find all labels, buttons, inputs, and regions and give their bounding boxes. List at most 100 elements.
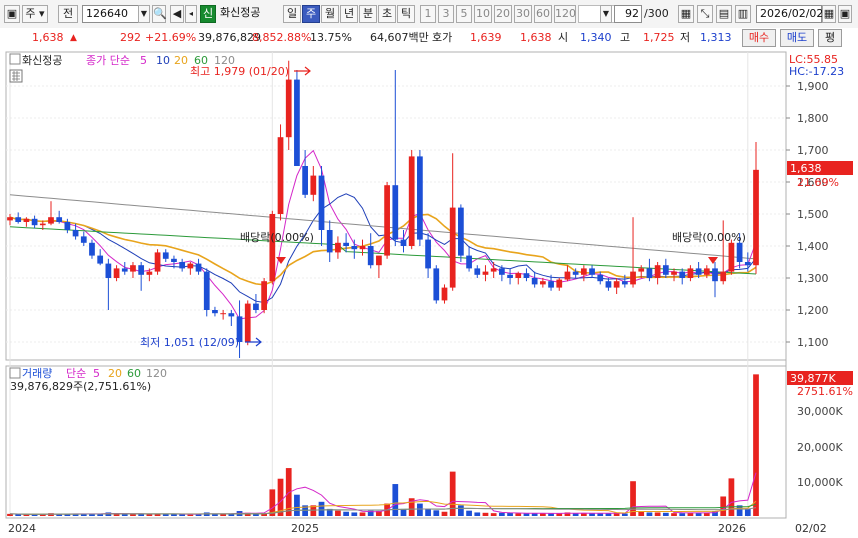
candle-body — [654, 265, 661, 278]
eval-button[interactable]: 평 — [818, 29, 842, 47]
candle-body — [179, 262, 186, 269]
market-select[interactable]: 주 ▾ — [22, 5, 48, 23]
tab-minute[interactable]: 분 — [359, 5, 377, 23]
volume-panel-menu-icon[interactable] — [9, 367, 21, 379]
close-icon[interactable]: ▣ — [838, 5, 852, 23]
indicator-icon[interactable]: ▦ — [678, 5, 694, 23]
candle-body — [498, 268, 505, 275]
volume-bar — [220, 514, 227, 516]
interval-1[interactable]: 1 — [420, 5, 436, 23]
date-input[interactable]: 2026/02/02 — [756, 5, 823, 23]
low-price: 1,313 — [700, 31, 732, 44]
candle-body — [671, 271, 677, 275]
volume-bar — [121, 514, 128, 516]
draw-tool-icon[interactable]: ⤡ — [697, 5, 713, 23]
prev-stock-icon[interactable]: ◂ — [185, 5, 197, 23]
dividend-label-2: 배당락(0.00%) — [672, 231, 746, 244]
candle-body — [556, 279, 563, 288]
volume-bar — [351, 512, 358, 516]
code-dropdown-icon[interactable]: ▼ — [138, 5, 150, 23]
chart-window: { "toolbar":{ "market":"주","prev":"전","c… — [0, 0, 858, 538]
volume-ma120: 120 — [146, 367, 167, 380]
candle-body — [712, 268, 718, 282]
dividend-label-1: 배당락(0.00%) — [240, 231, 314, 244]
tab-week[interactable]: 주 — [302, 5, 320, 23]
x-label-2024: 2024 — [8, 522, 36, 535]
interval-custom-input[interactable] — [578, 5, 618, 23]
interval-5[interactable]: 5 — [456, 5, 472, 23]
volume-bar — [638, 511, 645, 516]
candle-body — [228, 313, 235, 317]
volume-bar — [646, 512, 653, 516]
y-tick-label: 1,500 — [797, 208, 829, 221]
interval-dropdown-icon[interactable]: ▼ — [600, 5, 612, 23]
volume-bar — [523, 513, 530, 516]
interval-120[interactable]: 120 — [554, 5, 576, 23]
candle-body — [441, 287, 448, 301]
interval-20[interactable]: 20 — [494, 5, 512, 23]
panel-menu-icon[interactable] — [9, 53, 21, 65]
candle-body — [515, 273, 522, 278]
candle-body — [285, 79, 292, 138]
volume-bar — [359, 512, 366, 516]
chart-menu-icon[interactable]: ▣ — [4, 5, 20, 23]
volume-bar — [621, 513, 628, 516]
low-label: 저 — [680, 31, 691, 44]
volume-tag-pct: 2751.61% — [797, 385, 853, 398]
candle-body — [244, 303, 251, 342]
volume-ma20: 20 — [108, 367, 122, 380]
candle-body — [97, 255, 104, 264]
vol-tick-30000k: 30,000K — [797, 405, 843, 418]
print-icon[interactable]: ▥ — [735, 5, 751, 23]
candle-body — [630, 271, 636, 285]
candle-body — [105, 263, 112, 278]
candle-body — [351, 246, 358, 250]
tab-second[interactable]: 초 — [378, 5, 396, 23]
tab-tick[interactable]: 틱 — [397, 5, 415, 23]
buy-button[interactable]: 매수 — [742, 29, 776, 47]
save-icon[interactable]: ▤ — [716, 5, 732, 23]
candle-body — [474, 268, 481, 275]
candle-body — [56, 217, 63, 222]
candle-body — [277, 137, 284, 214]
count-total: /300 — [644, 7, 669, 20]
volume-bar — [417, 503, 423, 516]
candle-body — [203, 271, 210, 310]
candle-body — [48, 217, 54, 224]
change-pct: +21.69% — [145, 31, 197, 44]
candle-body — [482, 271, 489, 275]
tab-day[interactable]: 일 — [283, 5, 301, 23]
tab-month[interactable]: 월 — [321, 5, 339, 23]
volume-bar — [130, 514, 136, 516]
stock-code-input[interactable]: 126640 — [82, 5, 140, 23]
prev-button[interactable]: 전 — [58, 5, 78, 23]
market-label: 주 — [25, 7, 36, 20]
candle-body — [458, 207, 464, 256]
volume-bar — [441, 511, 448, 516]
candle-body — [507, 274, 513, 278]
interval-10[interactable]: 10 — [474, 5, 492, 23]
search-icon[interactable]: 🔍 — [152, 5, 167, 23]
y-tick-label: 1,200 — [797, 304, 829, 317]
sell-button[interactable]: 매도 — [780, 29, 814, 47]
candle-body — [589, 268, 595, 275]
candle-body — [523, 273, 530, 278]
volume-current: 39,876,829주(2,751.61%) — [10, 380, 151, 393]
candle-body — [80, 236, 87, 243]
calendar-icon[interactable]: ▦ — [822, 5, 836, 23]
interval-30[interactable]: 30 — [514, 5, 532, 23]
min-price-label: 최저 1,051 (12/09) — [140, 336, 239, 349]
volume-bar — [515, 513, 522, 516]
tab-year[interactable]: 년 — [340, 5, 358, 23]
candle-body — [662, 265, 669, 275]
volume-pct: 8,852.88% — [252, 31, 312, 44]
count-input[interactable]: 92 — [614, 5, 642, 23]
interval-3[interactable]: 3 — [438, 5, 454, 23]
candle-body — [39, 223, 46, 226]
vol-tick-10000k: 10,000K — [797, 476, 843, 489]
y-tick-label: 1,800 — [797, 112, 829, 125]
speaker-icon[interactable]: ◀ — [170, 5, 184, 23]
credit-badge: 신 — [200, 5, 216, 23]
interval-60[interactable]: 60 — [534, 5, 552, 23]
price-panel-title: 화신정공 — [22, 54, 62, 67]
